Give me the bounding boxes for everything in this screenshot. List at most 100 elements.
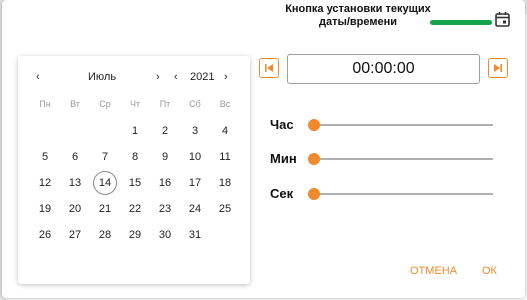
minutes-slider[interactable] bbox=[308, 153, 493, 165]
slider-track bbox=[314, 124, 493, 126]
weekday-label: Вс bbox=[219, 99, 231, 109]
weekday-label: Чт bbox=[129, 99, 141, 109]
calendar-day[interactable]: 2 bbox=[150, 118, 180, 144]
datetime-picker-dialog: Кнопка установки текущих даты/времени ‹ … bbox=[2, 0, 525, 298]
calendar-day-number: 15 bbox=[128, 177, 142, 189]
slider-thumb[interactable] bbox=[308, 153, 320, 165]
calendar-day-number: 1 bbox=[131, 125, 139, 137]
calendar-day-number: 2 bbox=[161, 125, 169, 137]
calendar-day-number: 6 bbox=[71, 151, 79, 163]
slider-thumb[interactable] bbox=[308, 188, 320, 200]
calendar-day-number: 7 bbox=[101, 151, 109, 163]
weekday-label: Пт bbox=[159, 99, 171, 109]
calendar-day[interactable]: 24 bbox=[180, 196, 210, 222]
calendar-day[interactable]: 27 bbox=[60, 222, 90, 248]
next-year-button[interactable]: › bbox=[224, 71, 228, 83]
calendar-day[interactable]: 8 bbox=[120, 144, 150, 170]
calendar-day[interactable]: 7 bbox=[90, 144, 120, 170]
cancel-button[interactable]: ОТМЕНА bbox=[410, 265, 457, 277]
calendar-day-number: 17 bbox=[188, 177, 202, 189]
calendar-day-number: 9 bbox=[161, 151, 169, 163]
calendar-day[interactable]: 21 bbox=[90, 196, 120, 222]
empty-day-cell bbox=[30, 118, 60, 144]
calendar-day[interactable]: 18 bbox=[210, 170, 240, 196]
calendar-day[interactable]: 22 bbox=[120, 196, 150, 222]
year-label[interactable]: 2021 bbox=[190, 71, 214, 83]
calendar-day[interactable]: 1 bbox=[120, 118, 150, 144]
seconds-label: Сек bbox=[270, 186, 294, 201]
calendar-day[interactable]: 6 bbox=[60, 144, 90, 170]
calendar-day[interactable]: 19 bbox=[30, 196, 60, 222]
skip-next-button[interactable] bbox=[488, 58, 508, 78]
calendar-day-number: 12 bbox=[38, 177, 52, 189]
calendar-day[interactable]: 30 bbox=[150, 222, 180, 248]
slider-track bbox=[314, 158, 493, 160]
calendar-day-number: 21 bbox=[98, 203, 112, 215]
calendar-day[interactable]: 12 bbox=[30, 170, 60, 196]
skip-previous-button[interactable] bbox=[259, 58, 279, 78]
calendar-day-number: 19 bbox=[38, 203, 52, 215]
calendar-day[interactable]: 15 bbox=[120, 170, 150, 196]
calendar-day-number: 3 bbox=[191, 125, 199, 137]
calendar-icon[interactable] bbox=[494, 11, 511, 28]
weekday-label: Вт bbox=[70, 99, 80, 109]
calendar-day-number: 23 bbox=[158, 203, 172, 215]
calendar-day[interactable]: 13 bbox=[60, 170, 90, 196]
hours-slider[interactable] bbox=[308, 119, 493, 131]
next-month-button[interactable]: › bbox=[156, 71, 160, 83]
calendar-day-number: 4 bbox=[221, 125, 229, 137]
calendar-day-number: 28 bbox=[98, 229, 112, 241]
calendar-day[interactable]: 26 bbox=[30, 222, 60, 248]
calendar-day[interactable]: 17 bbox=[180, 170, 210, 196]
calendar-day[interactable]: 28 bbox=[90, 222, 120, 248]
empty-day-cell bbox=[90, 118, 120, 144]
previous-year-button[interactable]: ‹ bbox=[174, 71, 178, 83]
calendar-day-number: 31 bbox=[188, 229, 202, 241]
seconds-slider[interactable] bbox=[308, 188, 493, 200]
slider-track bbox=[314, 193, 493, 195]
calendar-popup: ‹ Июль › ‹ 2021 › Пн Вт Ср Чт Пт Сб Вс 1… bbox=[18, 56, 250, 284]
calendar-day[interactable]: 10 bbox=[180, 144, 210, 170]
calendar-day[interactable]: 5 bbox=[30, 144, 60, 170]
calendar-day[interactable]: 3 bbox=[180, 118, 210, 144]
weekday-label: Сб bbox=[189, 99, 201, 109]
minutes-label: Мин bbox=[270, 151, 297, 166]
calendar-day-number: 24 bbox=[188, 203, 202, 215]
calendar-day[interactable]: 31 bbox=[180, 222, 210, 248]
weekday-label: Пн bbox=[39, 99, 51, 109]
calendar-day-number: 16 bbox=[158, 177, 172, 189]
calendar-day[interactable]: 20 bbox=[60, 196, 90, 222]
calendar-day-number: 27 bbox=[68, 229, 82, 241]
ok-button[interactable]: ОК bbox=[482, 265, 497, 277]
calendar-day-number: 13 bbox=[68, 177, 82, 189]
previous-month-button[interactable]: ‹ bbox=[36, 71, 40, 83]
calendar-day[interactable]: 16 bbox=[150, 170, 180, 196]
calendar-day-number: 10 bbox=[188, 151, 202, 163]
calendar-day-today[interactable]: 14 bbox=[90, 170, 120, 196]
calendar-day-number: 22 bbox=[128, 203, 142, 215]
calendar-day-number: 14 bbox=[93, 171, 117, 195]
calendar-day-number: 30 bbox=[158, 229, 172, 241]
weekday-label: Ср bbox=[99, 99, 111, 109]
days-grid: 1 2 3 4 5 6 7 8 9 10 11 12 13 14 15 16 17 18 19 20 21 22 23 24 2… bbox=[30, 118, 240, 248]
calendar-day-number: 29 bbox=[128, 229, 142, 241]
month-label[interactable]: Июль bbox=[88, 71, 116, 83]
calendar-day[interactable]: 9 bbox=[150, 144, 180, 170]
calendar-day-number: 8 bbox=[131, 151, 139, 163]
hours-label: Час bbox=[270, 117, 294, 132]
time-input[interactable]: 00:00:00 bbox=[287, 54, 480, 84]
calendar-day[interactable]: 23 bbox=[150, 196, 180, 222]
calendar-day[interactable]: 29 bbox=[120, 222, 150, 248]
calendar-day-number: 20 bbox=[68, 203, 82, 215]
calendar-day-number: 5 bbox=[41, 151, 49, 163]
calendar-day-number: 11 bbox=[219, 151, 231, 163]
calendar-day[interactable]: 4 bbox=[210, 118, 240, 144]
calendar-day-number: 26 bbox=[38, 229, 52, 241]
calendar-day[interactable]: 11 bbox=[210, 144, 240, 170]
skip-next-icon bbox=[494, 64, 502, 72]
slider-thumb[interactable] bbox=[308, 119, 320, 131]
set-current-datetime-toggle[interactable] bbox=[430, 20, 492, 25]
calendar-day[interactable]: 25 bbox=[210, 196, 240, 222]
set-current-datetime-tooltip: Кнопка установки текущих даты/времени bbox=[285, 3, 431, 28]
calendar-day-number: 25 bbox=[218, 203, 232, 215]
